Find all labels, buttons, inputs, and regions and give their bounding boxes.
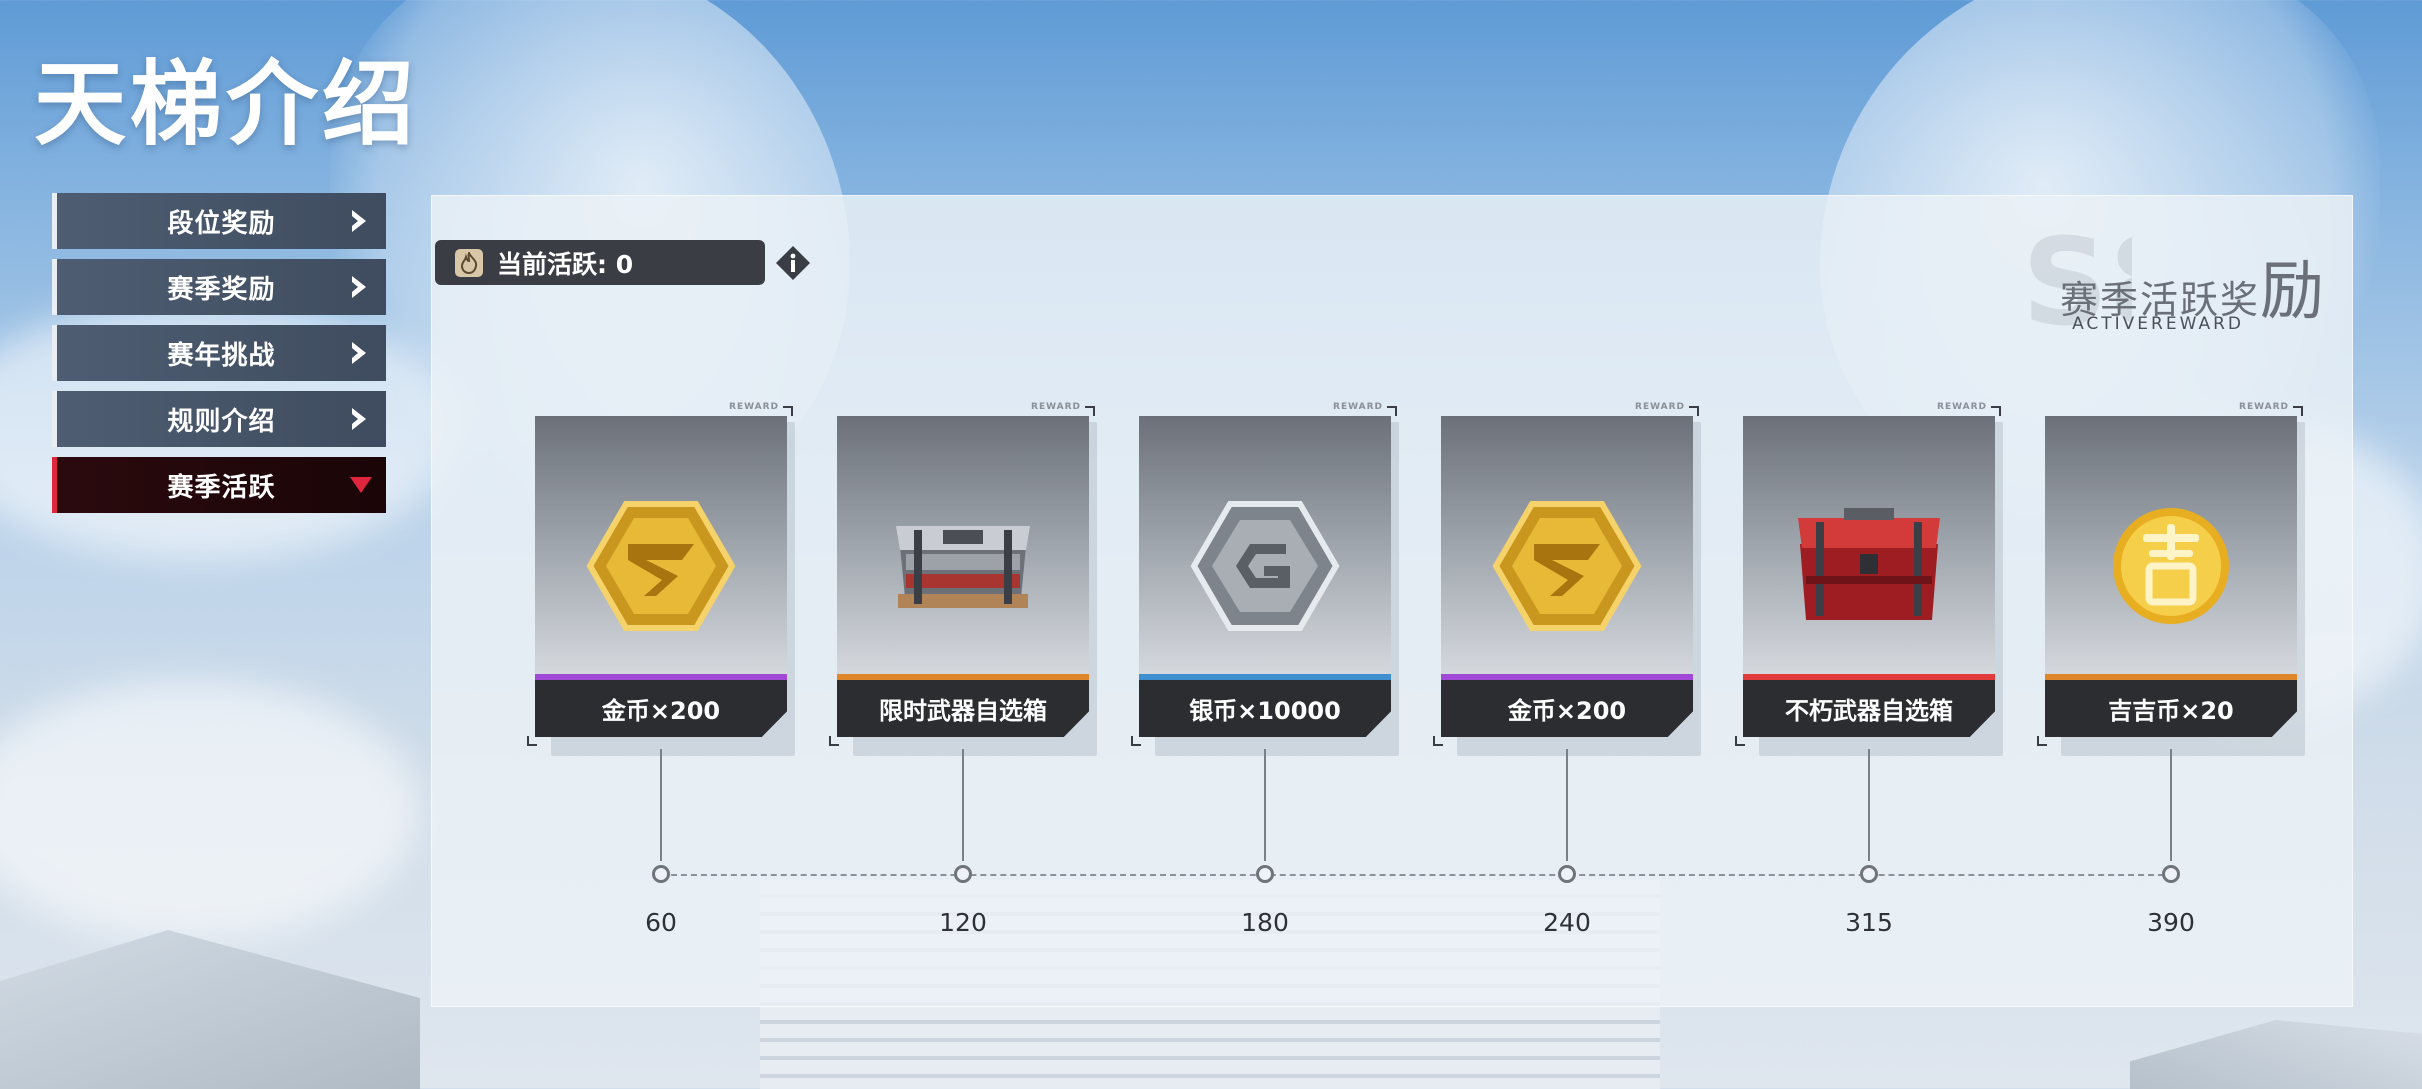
reward-tag: REWARD bbox=[1937, 402, 1987, 412]
reward-tag: REWARD bbox=[1635, 402, 1685, 412]
chevron-right-icon bbox=[352, 276, 366, 298]
corner-mark bbox=[829, 736, 839, 746]
corner-mark bbox=[2037, 736, 2047, 746]
corner-mark bbox=[1735, 736, 1745, 746]
rarity-strip bbox=[1441, 674, 1693, 680]
reward-name: 金币×200 bbox=[1441, 680, 1693, 737]
menu-item-label: 赛季奖励 bbox=[167, 274, 276, 305]
red-weapon-crate-icon bbox=[1798, 508, 1940, 620]
reward-card[interactable]: REWARD 银币×10000 bbox=[1131, 402, 1399, 756]
page-title: 天梯介绍 bbox=[34, 51, 419, 158]
corner-mark bbox=[2293, 406, 2303, 416]
rarity-strip bbox=[535, 674, 787, 680]
threshold-label: 240 bbox=[1543, 908, 1591, 937]
timeline-node bbox=[1256, 865, 1274, 883]
reward-image bbox=[837, 416, 1089, 676]
menu-item-year-challenge[interactable]: 赛年挑战 bbox=[52, 325, 386, 381]
reward-image bbox=[1139, 416, 1391, 676]
activity-timeline bbox=[661, 874, 2174, 876]
timeline-node bbox=[652, 865, 670, 883]
background-rock bbox=[2130, 1020, 2422, 1089]
chevron-right-icon bbox=[352, 342, 366, 364]
timeline-node bbox=[2162, 865, 2180, 883]
reward-tag: REWARD bbox=[1333, 402, 1383, 412]
current-activity-label: 当前活跃: 0 bbox=[497, 249, 634, 279]
chevron-right-icon bbox=[352, 408, 366, 430]
threshold-label: 315 bbox=[1845, 908, 1893, 937]
jiji-coin-icon bbox=[2113, 508, 2229, 624]
fire-icon bbox=[455, 248, 483, 277]
card-connector bbox=[1566, 749, 1568, 861]
timeline-node bbox=[1558, 865, 1576, 883]
reward-image bbox=[1441, 416, 1693, 676]
info-icon[interactable] bbox=[775, 245, 811, 281]
gold-coin-icon bbox=[586, 501, 736, 631]
reward-tag: REWARD bbox=[729, 402, 779, 412]
reward-tag: REWARD bbox=[1031, 402, 1081, 412]
rarity-strip bbox=[2045, 674, 2297, 680]
reward-name: 银币×10000 bbox=[1139, 680, 1391, 737]
rarity-strip bbox=[837, 674, 1089, 680]
reward-image bbox=[1743, 416, 1995, 676]
reward-card[interactable]: REWARD 金币×200 bbox=[1433, 402, 1701, 756]
menu-item-label: 段位奖励 bbox=[167, 208, 276, 239]
corner-mark bbox=[1131, 736, 1141, 746]
reward-tag: REWARD bbox=[2239, 402, 2289, 412]
panel-heading: 赛季活跃奖励 ACTIVEREWARD bbox=[2060, 240, 2326, 334]
corner-mark bbox=[1689, 406, 1699, 416]
rarity-strip bbox=[1139, 674, 1391, 680]
current-activity-badge: 当前活跃: 0 bbox=[435, 240, 765, 285]
corner-mark bbox=[1991, 406, 2001, 416]
reward-card[interactable]: REWARD 限时武器自选箱 bbox=[829, 402, 1097, 756]
corner-mark bbox=[527, 736, 537, 746]
reward-card[interactable]: REWARD 吉吉币×20 bbox=[2037, 402, 2305, 756]
menu-item-season-activity[interactable]: 赛季活跃 bbox=[52, 457, 386, 513]
threshold-label: 390 bbox=[2147, 908, 2195, 937]
reward-image bbox=[535, 416, 787, 676]
menu-item-rules[interactable]: 规则介绍 bbox=[52, 391, 386, 447]
menu-item-label: 赛年挑战 bbox=[167, 340, 276, 371]
timeline-node bbox=[954, 865, 972, 883]
menu-item-label: 赛季活跃 bbox=[167, 472, 276, 503]
reward-name: 不朽武器自选箱 bbox=[1743, 680, 1995, 737]
panel-heading-subtitle: ACTIVEREWARD bbox=[2072, 314, 2244, 334]
reward-name: 金币×200 bbox=[535, 680, 787, 737]
corner-mark bbox=[1085, 406, 1095, 416]
threshold-label: 180 bbox=[1241, 908, 1289, 937]
reward-card[interactable]: REWARD 不朽武器自选箱 bbox=[1735, 402, 2003, 756]
reward-name: 吉吉币×20 bbox=[2045, 680, 2297, 737]
menu-item-label: 规则介绍 bbox=[167, 406, 276, 437]
side-menu: 段位奖励 赛季奖励 赛年挑战 规则介绍 赛季活跃 bbox=[52, 193, 386, 523]
reward-name: 限时武器自选箱 bbox=[837, 680, 1089, 737]
card-connector bbox=[660, 749, 662, 861]
silver-coin-icon bbox=[1190, 501, 1340, 631]
card-connector bbox=[1264, 749, 1266, 861]
corner-mark bbox=[1387, 406, 1397, 416]
background-cloud bbox=[0, 680, 420, 940]
card-connector bbox=[2170, 749, 2172, 861]
weapon-crate-icon bbox=[896, 526, 1030, 608]
card-connector bbox=[1868, 749, 1870, 861]
chevron-right-icon bbox=[352, 210, 366, 232]
menu-item-rank-rewards[interactable]: 段位奖励 bbox=[52, 193, 386, 249]
corner-mark bbox=[1433, 736, 1443, 746]
reward-card[interactable]: REWARD 金币×200 bbox=[527, 402, 795, 756]
chevron-down-icon bbox=[350, 477, 372, 493]
active-reward-panel: 当前活跃: 0 S8 赛季活跃奖励 ACTIVEREWARD REWARD 金币… bbox=[431, 195, 2353, 1007]
card-connector bbox=[962, 749, 964, 861]
menu-item-season-rewards[interactable]: 赛季奖励 bbox=[52, 259, 386, 315]
panel-heading-title-last: 励 bbox=[2260, 255, 2326, 329]
corner-mark bbox=[783, 406, 793, 416]
reward-image bbox=[2045, 416, 2297, 676]
gold-coin-icon bbox=[1492, 501, 1642, 631]
timeline-node bbox=[1860, 865, 1878, 883]
threshold-label: 120 bbox=[939, 908, 987, 937]
background-rock bbox=[0, 930, 420, 1089]
rarity-strip bbox=[1743, 674, 1995, 680]
threshold-label: 60 bbox=[645, 908, 677, 937]
